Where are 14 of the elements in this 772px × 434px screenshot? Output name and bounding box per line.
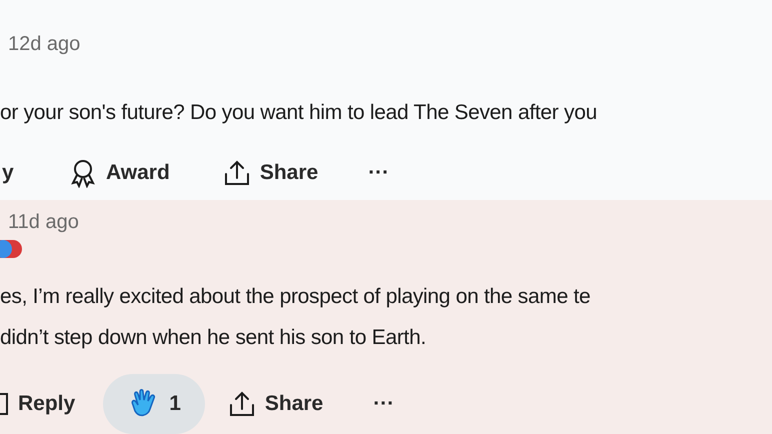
reply-button[interactable]: Reply <box>0 388 80 420</box>
timestamp: 11d ago <box>7 210 80 235</box>
more-button[interactable]: ··· <box>373 388 394 420</box>
timestamp: 12d ago <box>7 32 82 57</box>
more-button[interactable]: ··· <box>368 157 390 189</box>
comment-text: es, I’m really excited about the prospect of playing on the same te <box>0 284 592 310</box>
comment-text: didn’t step down when he sent his son to Earth. <box>0 325 428 351</box>
comment-icon <box>0 391 10 417</box>
share-button[interactable]: Share <box>226 388 324 420</box>
award-count-button[interactable]: 1 <box>103 374 205 434</box>
reply-button[interactable]: y <box>0 157 40 189</box>
award-button[interactable]: Award <box>64 157 174 189</box>
comment-text: or your son's future? Do you want him to lead The Seven after you <box>0 100 598 126</box>
share-button[interactable]: Share <box>222 157 318 189</box>
